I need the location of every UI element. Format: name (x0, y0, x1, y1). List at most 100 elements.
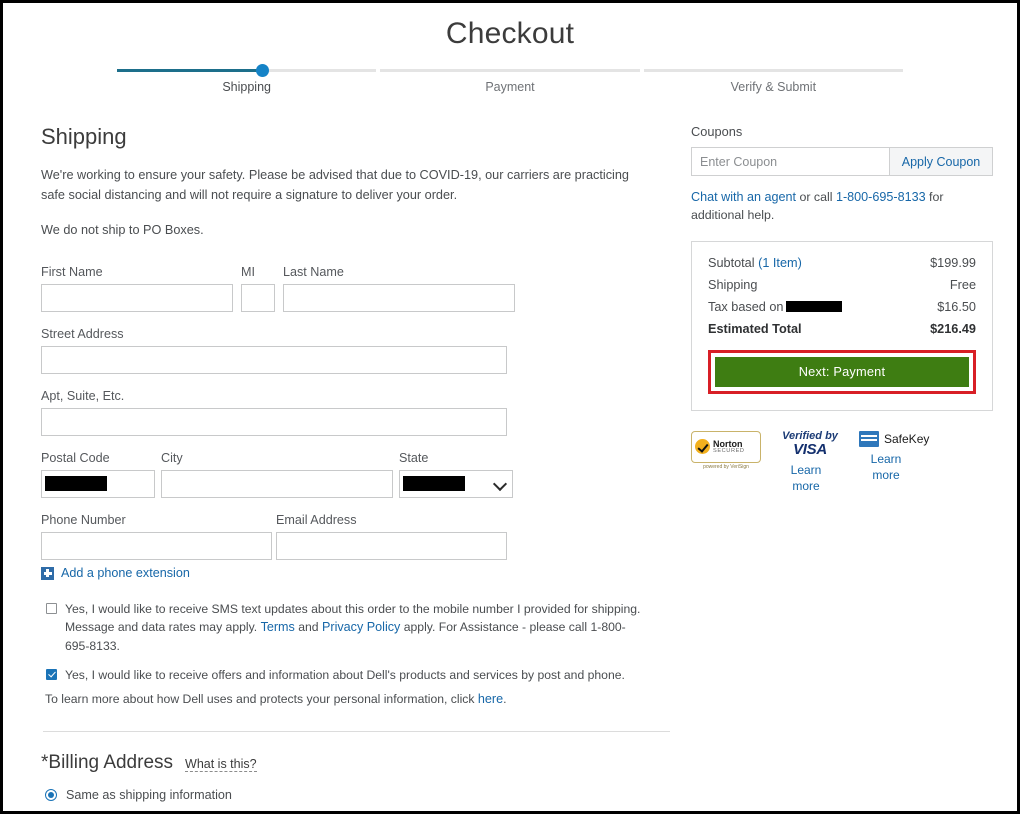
step-track-payment (380, 69, 640, 72)
tax-value: $16.50 (937, 299, 976, 314)
privacy-note: To learn more about how Dell uses and pr… (45, 690, 643, 709)
support-phone-link[interactable]: 1-800-695-8133 (836, 190, 926, 204)
estimated-total-value: $216.49 (930, 321, 976, 336)
city-input[interactable] (161, 470, 393, 499)
marketing-consent-checkbox[interactable] (46, 668, 57, 680)
visa-icon: Verified by VISA (779, 430, 841, 458)
safekey-badge: SafeKey Learn more (859, 430, 929, 494)
state-redaction (403, 476, 465, 492)
chat-with-agent-link[interactable]: Chat with an agent (691, 190, 796, 204)
postal-code-label: Postal Code (41, 451, 110, 466)
mi-input[interactable] (241, 284, 275, 313)
shipping-cost-value: Free (949, 277, 976, 292)
phone-number-input[interactable] (41, 532, 272, 561)
postal-code-redaction (45, 476, 107, 492)
summary-row-total: Estimated Total $216.49 (708, 322, 976, 336)
postal-code-field-wrap (41, 470, 155, 499)
tax-location-redaction (786, 300, 843, 312)
norton-text: Norton SECURED (713, 439, 745, 455)
subtotal-item-count[interactable]: (1 Item) (758, 256, 802, 270)
norton-secured-label: SECURED (713, 447, 745, 454)
billing-same-radio[interactable] (45, 788, 57, 801)
section-divider (43, 730, 670, 732)
last-name-input[interactable] (283, 284, 515, 313)
privacy-note-suffix: . (503, 691, 507, 706)
step-payment[interactable]: Payment (378, 69, 641, 94)
po-box-notice: We do not ship to PO Boxes. (41, 223, 204, 238)
norton-powered-by: powered by VeriSign (703, 463, 749, 470)
shipping-section-title: Shipping (41, 124, 127, 149)
sms-consent-checkbox[interactable] (46, 603, 57, 615)
first-name-input[interactable] (41, 284, 233, 313)
sms-consent-row[interactable]: Yes, I would like to receive SMS text up… (41, 600, 643, 655)
privacy-policy-link[interactable]: Privacy Policy (322, 620, 400, 634)
order-summary-box: Subtotal (1 Item) $199.99 Shipping Free … (691, 240, 993, 411)
add-phone-extension[interactable]: Add a phone extension (41, 566, 643, 580)
safekey-learn-more-link[interactable]: Learn more (859, 451, 913, 483)
step-dot-shipping (256, 64, 270, 77)
email-group: Email Address (276, 513, 507, 561)
order-summary-column: Coupons Apply Coupon Chat with an agent … (643, 124, 993, 811)
summary-row-subtotal: Subtotal (1 Item) $199.99 (708, 256, 976, 270)
privacy-here-link[interactable]: here (478, 692, 503, 706)
summary-row-tax: Tax based on $16.50 (708, 300, 976, 314)
state-select-wrap (399, 470, 513, 499)
coupon-row: Apply Coupon (691, 147, 993, 176)
tax-label-wrap: Tax based on (708, 299, 843, 314)
coupons-label: Coupons (691, 124, 743, 139)
mi-group: MI (241, 265, 275, 313)
city-group: City (161, 451, 393, 499)
chat-help-line: Chat with an agent or call 1-800-695-813… (691, 188, 991, 225)
email-address-label: Email Address (276, 513, 357, 528)
state-label: State (399, 451, 429, 466)
billing-option-same[interactable]: Same as shipping information (41, 788, 643, 802)
step-track-verify (643, 69, 903, 72)
street-address-label: Street Address (41, 327, 124, 342)
step-label-shipping: Shipping (222, 80, 271, 94)
next-payment-highlight: Next: Payment (708, 349, 976, 394)
covid-notice: We're working to ensure your safety. Ple… (41, 168, 629, 202)
plus-icon (41, 566, 54, 580)
street-group: Street Address (41, 327, 507, 375)
email-address-input[interactable] (276, 532, 507, 561)
amex-card-icon (859, 430, 879, 447)
estimated-total-label: Estimated Total (708, 321, 802, 336)
checkout-stepper: Shipping Payment Verify & Submit (115, 64, 905, 94)
street-row: Street Address (41, 327, 643, 375)
norton-secured-badge: Norton SECURED powered by VeriSign (691, 430, 761, 494)
subtotal-value: $199.99 (930, 255, 976, 270)
step-verify-submit[interactable]: Verify & Submit (642, 69, 905, 94)
visa-wordmark: VISA (793, 440, 827, 458)
step-track-shipping (117, 64, 377, 77)
terms-link[interactable]: Terms (261, 620, 295, 634)
mi-label: MI (241, 265, 255, 280)
visa-learn-more-link[interactable]: Learn more (779, 462, 833, 494)
apt-suite-input[interactable] (41, 408, 507, 437)
subtotal-label-wrap: Subtotal (1 Item) (708, 256, 802, 270)
marketing-consent-row[interactable]: Yes, I would like to receive offers and … (41, 666, 643, 684)
postal-city-state-row: Postal Code City State (41, 451, 643, 499)
what-is-this-link[interactable]: What is this? (185, 757, 257, 772)
last-name-label: Last Name (283, 265, 344, 280)
verified-by-visa-badge: Verified by VISA Learn more (779, 430, 841, 494)
marketing-consent-text: Yes, I would like to receive offers and … (65, 667, 625, 682)
checkmark-icon (695, 439, 710, 455)
next-payment-button[interactable]: Next: Payment (715, 356, 969, 387)
name-row: First Name MI Last Name (41, 265, 643, 313)
add-phone-extension-label[interactable]: Add a phone extension (61, 566, 190, 580)
phone-number-label: Phone Number (41, 513, 126, 528)
state-group: State (399, 451, 513, 499)
norton-secured-icon: Norton SECURED (691, 430, 761, 463)
billing-address-header: *Billing Address What is this? (41, 752, 643, 774)
step-shipping[interactable]: Shipping (115, 64, 378, 94)
street-address-input[interactable] (41, 346, 507, 375)
chat-or-call-text: or call (796, 190, 836, 204)
postal-group: Postal Code (41, 451, 155, 499)
first-name-label: First Name (41, 265, 103, 280)
phone-email-row: Phone Number Email Address (41, 513, 643, 561)
coupon-input[interactable] (691, 147, 889, 176)
billing-same-label: Same as shipping information (66, 787, 232, 802)
step-label-payment: Payment (485, 80, 535, 94)
tax-label: Tax based on (708, 299, 784, 314)
apply-coupon-button[interactable]: Apply Coupon (889, 147, 993, 176)
